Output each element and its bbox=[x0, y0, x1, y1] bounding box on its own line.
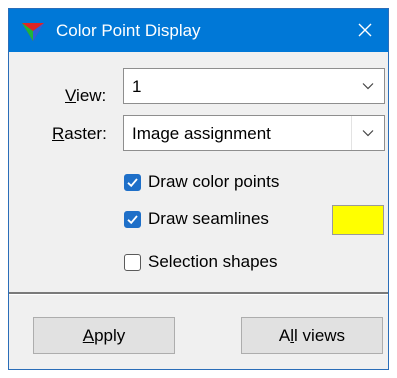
draw-color-points-label: Draw color points bbox=[148, 172, 280, 191]
view-label-rest: iew: bbox=[76, 86, 107, 105]
draw-color-points-option[interactable]: Draw color points bbox=[124, 171, 324, 195]
view-select[interactable]: 1 bbox=[123, 68, 385, 104]
selection-shapes-checkbox[interactable] bbox=[124, 254, 141, 271]
raster-label: Raster: bbox=[52, 124, 107, 144]
raster-label-mnemonic: R bbox=[52, 124, 65, 143]
selection-shapes-label: Selection shapes bbox=[148, 252, 278, 271]
window-title: Color Point Display bbox=[56, 21, 201, 40]
title-bar: Color Point Display bbox=[9, 9, 388, 52]
all-views-label-pre: A bbox=[278, 326, 291, 345]
selection-shapes-option[interactable]: Selection shapes bbox=[124, 251, 324, 275]
chevron-down-icon bbox=[362, 83, 374, 90]
select-divider bbox=[351, 116, 352, 150]
draw-seamlines-checkbox[interactable] bbox=[124, 211, 141, 228]
close-button[interactable] bbox=[342, 9, 388, 52]
view-select-value: 1 bbox=[132, 77, 142, 96]
draw-seamlines-option[interactable]: Draw seamlines bbox=[124, 208, 324, 232]
draw-color-points-checkbox[interactable] bbox=[124, 174, 141, 191]
seamline-color-swatch[interactable] bbox=[332, 205, 384, 235]
apply-button[interactable]: Apply bbox=[33, 317, 175, 354]
checkmark-icon bbox=[127, 178, 138, 188]
draw-seamlines-label: Draw seamlines bbox=[148, 209, 269, 228]
chevron-down-icon bbox=[362, 130, 374, 137]
view-label-mnemonic: V bbox=[65, 86, 77, 105]
footer-separator-highlight bbox=[9, 294, 388, 295]
app-triangle-icon bbox=[22, 23, 44, 41]
all-views-button[interactable]: All views bbox=[241, 317, 383, 354]
raster-label-rest: aster: bbox=[64, 124, 107, 143]
color-point-display-dialog: Color Point Display View: 1 Raster: Imag… bbox=[8, 8, 389, 370]
close-icon bbox=[358, 23, 372, 37]
view-label: View: bbox=[65, 86, 106, 106]
raster-select-value: Image assignment bbox=[132, 124, 271, 143]
apply-label-rest: pply bbox=[94, 326, 126, 345]
apply-mnemonic: A bbox=[82, 326, 95, 345]
checkmark-icon bbox=[127, 215, 138, 225]
all-views-label-rest: l views bbox=[294, 326, 346, 345]
raster-select[interactable]: Image assignment bbox=[123, 115, 385, 151]
